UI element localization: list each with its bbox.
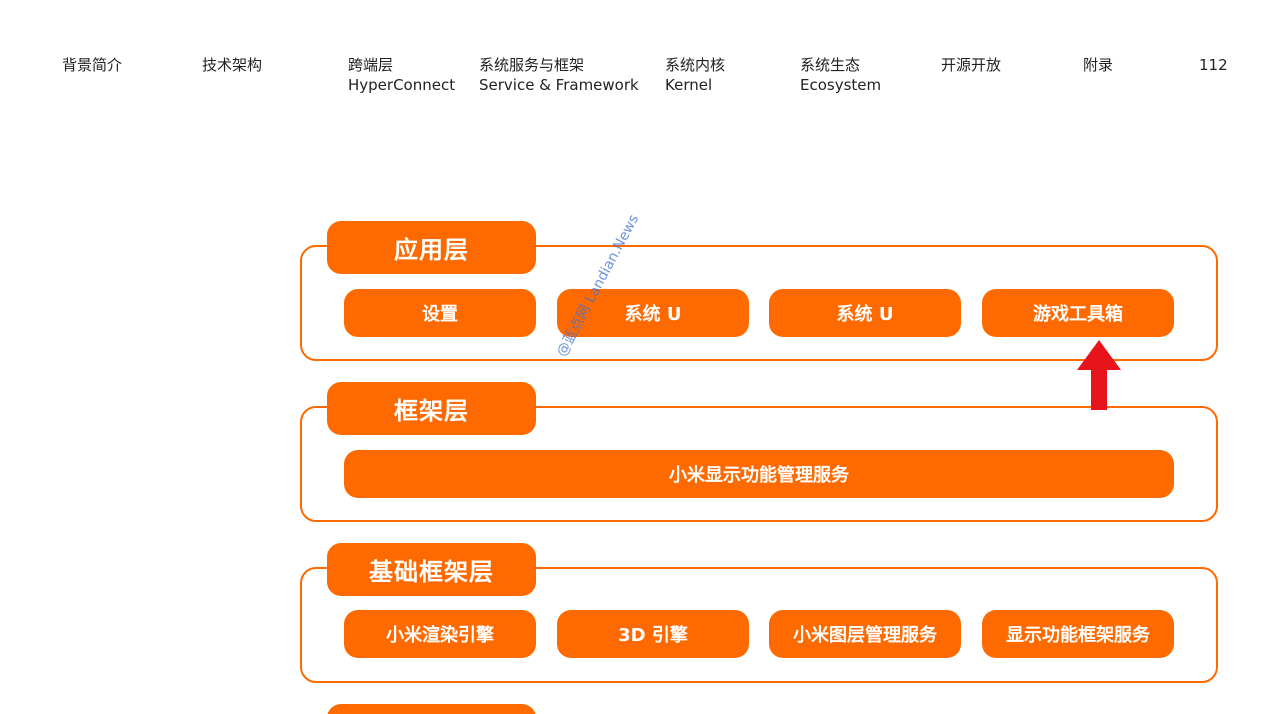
module-display-framework-service: 显示功能框架服务 <box>982 610 1174 658</box>
nav-item-appendix-label: 附录 <box>1083 56 1114 74</box>
nav-item-kernel-en: Kernel <box>665 76 713 94</box>
page-number-value: 112 <box>1199 56 1228 74</box>
nav-item-opensource-label: 开源开放 <box>941 56 1002 74</box>
nav-item-ecosystem-zh: 系统生态 <box>800 56 861 74</box>
module-game-toolbox: 游戏工具箱 <box>982 289 1174 337</box>
module-3d-engine: 3D 引擎 <box>557 610 749 658</box>
nav-item-architecture-label: 技术架构 <box>202 56 263 74</box>
nav-item-intro[interactable]: 背景简介 <box>62 55 122 75</box>
base-framework-layer-title: 基础框架层 <box>327 543 536 596</box>
app-layer-title: 应用层 <box>327 221 536 274</box>
module-display-management-service: 小米显示功能管理服务 <box>344 450 1174 498</box>
nav-item-architecture[interactable]: 技术架构 <box>202 55 262 75</box>
page: 背景简介 技术架构 跨端层 HyperConnect 系统服务与框架 Servi… <box>0 0 1280 714</box>
red-arrow-icon <box>1077 340 1121 410</box>
nav-item-service-framework-zh: 系统服务与框架 <box>479 56 585 74</box>
nav-item-service-framework-en: Service & Framework <box>479 76 639 94</box>
nav-item-hyperconnect[interactable]: 跨端层 HyperConnect <box>348 55 455 95</box>
nav-item-intro-label: 背景简介 <box>62 56 123 74</box>
nav-item-service-framework[interactable]: 系统服务与框架 Service & Framework <box>479 55 639 95</box>
next-layer-title-partial <box>327 704 536 714</box>
framework-layer-title: 框架层 <box>327 382 536 435</box>
module-render-engine: 小米渲染引擎 <box>344 610 536 658</box>
nav-item-appendix[interactable]: 附录 <box>1083 55 1113 75</box>
nav-item-hyperconnect-zh: 跨端层 <box>348 56 394 74</box>
module-layer-management-service: 小米图层管理服务 <box>769 610 961 658</box>
page-number: 112 <box>1199 55 1228 75</box>
nav-item-ecosystem-en: Ecosystem <box>800 76 882 94</box>
module-settings: 设置 <box>344 289 536 337</box>
nav-item-opensource[interactable]: 开源开放 <box>941 55 1001 75</box>
nav-item-kernel[interactable]: 系统内核 Kernel <box>665 55 725 95</box>
nav-item-hyperconnect-en: HyperConnect <box>348 76 456 94</box>
nav-item-ecosystem[interactable]: 系统生态 Ecosystem <box>800 55 881 95</box>
module-system-ui-1: 系统 U <box>557 289 749 337</box>
module-system-ui-2: 系统 U <box>769 289 961 337</box>
nav-item-kernel-zh: 系统内核 <box>665 56 726 74</box>
